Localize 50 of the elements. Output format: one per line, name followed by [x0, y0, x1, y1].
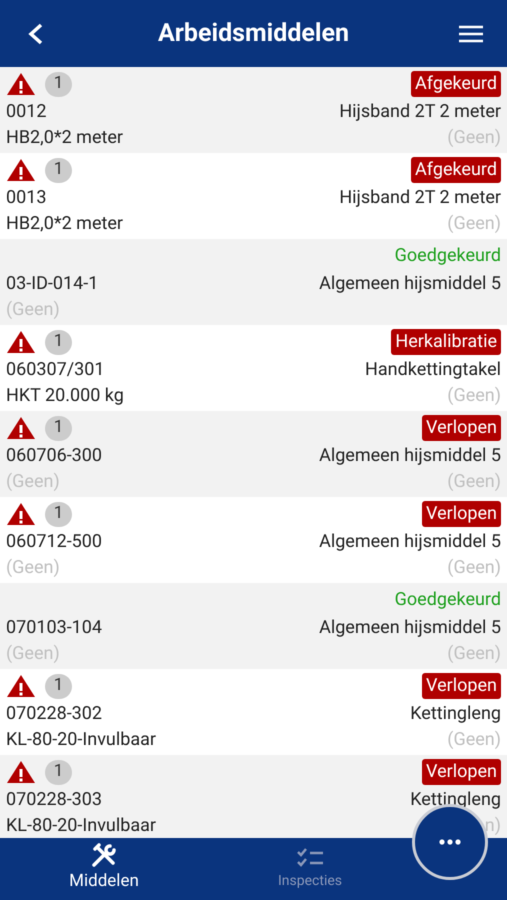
- nav-tab[interactable]: Middelen: [0, 838, 208, 900]
- count-badge: 1: [45, 158, 72, 182]
- count-badge: 1: [45, 416, 72, 440]
- item-name: Handkettingtakel: [365, 358, 501, 382]
- status-label: Goedgekeurd: [394, 588, 501, 612]
- item-code: 070228-302: [6, 702, 102, 726]
- nav-tab[interactable]: Inspecties: [208, 838, 412, 900]
- item-note: (Geen): [447, 212, 501, 236]
- item-code: 060307/301: [6, 358, 104, 382]
- count-badge: 1: [45, 674, 72, 698]
- item-name: Kettingleng: [410, 788, 501, 812]
- item-type: KL-80-20-Invulbaar: [6, 728, 156, 752]
- status-badge: Verlopen: [422, 673, 501, 699]
- count-badge: 1: [45, 502, 72, 526]
- item-code: 070228-303: [6, 788, 102, 812]
- item-code: 03-ID-014-1: [6, 272, 98, 296]
- status-badge: Herkalibratie: [391, 329, 501, 355]
- page-title: Arbeidsmiddelen: [158, 18, 350, 50]
- status-badge: Verlopen: [422, 415, 501, 441]
- item-note: (Geen): [447, 556, 501, 580]
- status-badge: Afgekeurd: [411, 71, 501, 97]
- item-name: Algemeen hijsmiddel 5: [319, 530, 501, 554]
- checklist-icon: [296, 846, 324, 868]
- status-badge: Afgekeurd: [411, 157, 501, 183]
- item-name: Algemeen hijsmiddel 5: [319, 444, 501, 468]
- count-badge: 1: [45, 72, 72, 96]
- item-name: Algemeen hijsmiddel 5: [319, 616, 501, 640]
- status-label: Goedgekeurd: [394, 244, 501, 268]
- item-type: HB2,0*2 meter: [6, 126, 124, 150]
- item-name: Kettingleng: [410, 702, 501, 726]
- item-note: (Geen): [447, 728, 501, 752]
- item-type: (Geen): [6, 556, 60, 580]
- tools-icon: [91, 843, 117, 868]
- item-code: 0013: [6, 186, 46, 210]
- count-badge: 1: [45, 330, 72, 354]
- item-type: KL-80-20-Invulbaar: [6, 814, 156, 838]
- more-icon: [439, 839, 461, 845]
- item-name: Algemeen hijsmiddel 5: [319, 272, 501, 296]
- item-name: Hijsband 2T 2 meter: [339, 186, 501, 210]
- item-code: 060706-300: [6, 444, 102, 468]
- item-name: Hijsband 2T 2 meter: [339, 100, 501, 124]
- item-code: 070103-104: [6, 616, 102, 640]
- item-type: HKT 20.000 kg: [6, 384, 124, 408]
- item-type: HB2,0*2 meter: [6, 212, 124, 236]
- status-badge: Verlopen: [422, 759, 501, 785]
- item-code: 060712-500: [6, 530, 102, 554]
- status-badge: Verlopen: [422, 501, 501, 527]
- item-note: (Geen): [447, 384, 501, 408]
- count-badge: 1: [45, 760, 72, 784]
- item-code: 0012: [6, 100, 46, 124]
